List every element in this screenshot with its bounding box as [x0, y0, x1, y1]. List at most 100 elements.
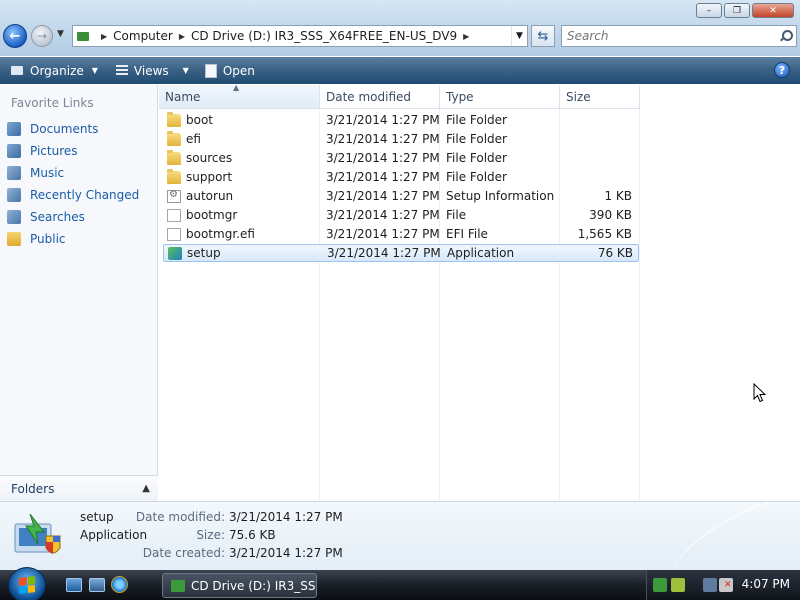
- setup-application-icon: [168, 246, 182, 260]
- file-row-setup[interactable]: setup 3/21/2014 1:27 PM Application 76 KB: [163, 244, 639, 262]
- arrow-right-icon: →: [36, 29, 48, 43]
- address-dropdown-button[interactable]: ▼: [511, 26, 527, 46]
- refresh-button[interactable]: ⇆: [531, 25, 555, 47]
- file-name: autorun: [186, 189, 234, 203]
- computer-icon: [171, 579, 185, 592]
- setup-information-icon: [167, 189, 181, 203]
- search-icon[interactable]: [779, 30, 793, 42]
- details-date-modified-label: Date modified:: [135, 510, 225, 524]
- file-name-cell: autorun: [167, 189, 233, 203]
- arrow-left-icon: ←: [9, 28, 21, 44]
- file-name: boot: [186, 113, 214, 127]
- details-date-modified-value: 3/21/2014 1:27 PM: [229, 510, 343, 524]
- folder-icon: [167, 168, 181, 184]
- open-button[interactable]: Open: [202, 60, 258, 82]
- window-controls: – ❐ ✕: [694, 3, 794, 18]
- breadcrumb-chevron-icon[interactable]: ▶: [179, 32, 185, 41]
- chevron-up-icon: ▲: [142, 483, 150, 494]
- tray-monitor-icon[interactable]: [703, 578, 717, 592]
- computer-icon: [77, 30, 91, 42]
- file-row-efi[interactable]: efi 3/21/2014 1:27 PM File Folder: [163, 130, 639, 148]
- file-name: support: [186, 170, 233, 184]
- nav-item-documents[interactable]: Documents: [7, 120, 98, 138]
- column-header-type[interactable]: Type: [440, 85, 560, 109]
- file-name-cell: bootmgr.efi: [167, 227, 255, 241]
- public-folder-icon: [7, 232, 21, 246]
- clock[interactable]: 4:07 PM: [742, 577, 790, 591]
- folders-label: Folders: [11, 481, 55, 496]
- taskbar-button-explorer[interactable]: CD Drive (D:) IR3_SS...: [162, 573, 317, 598]
- nav-item-recently-changed[interactable]: Recently Changed: [7, 186, 139, 204]
- file-date-modified: 3/21/2014 1:27 PM: [326, 113, 440, 127]
- title-bar: – ❐ ✕ ← → ▼ ▶ Computer ▶ CD Drive (D:) I…: [0, 0, 800, 56]
- back-button[interactable]: ←: [3, 24, 27, 48]
- internet-explorer-icon[interactable]: [111, 576, 128, 593]
- system-tray: 4:07 PM: [646, 570, 800, 600]
- nav-item-public[interactable]: Public: [7, 230, 66, 248]
- forward-button[interactable]: →: [31, 25, 53, 47]
- help-button[interactable]: ?: [774, 62, 790, 78]
- breadcrumb-chevron-icon[interactable]: ▶: [101, 32, 107, 41]
- file-type: File Folder: [446, 170, 507, 184]
- folder-icon: [167, 111, 181, 127]
- show-desktop-icon[interactable]: [66, 578, 82, 592]
- switch-windows-icon[interactable]: [89, 578, 105, 592]
- open-icon: [204, 63, 217, 78]
- file-name-cell: efi: [167, 130, 201, 146]
- recent-pages-dropdown[interactable]: ▼: [57, 29, 64, 39]
- documents-icon: [7, 122, 21, 136]
- views-button[interactable]: Views ▼: [113, 60, 192, 82]
- file-date-modified: 3/21/2014 1:27 PM: [326, 170, 440, 184]
- search-box[interactable]: [561, 25, 797, 47]
- close-button[interactable]: ✕: [752, 3, 794, 18]
- organize-icon: [11, 64, 24, 77]
- nav-item-pictures[interactable]: Pictures: [7, 142, 78, 160]
- file-row-sources[interactable]: sources 3/21/2014 1:27 PM File Folder: [163, 149, 639, 167]
- file-size: 390 KB: [589, 208, 632, 222]
- breadcrumb-computer[interactable]: Computer: [113, 29, 173, 43]
- column-header-size[interactable]: Size: [560, 85, 640, 109]
- windows-logo-icon: [19, 576, 35, 594]
- search-input[interactable]: [567, 29, 767, 43]
- breadcrumb-chevron-icon[interactable]: ▶: [463, 32, 469, 41]
- file-row-bootmgr-efi[interactable]: bootmgr.efi 3/21/2014 1:27 PM EFI File 1,56…: [163, 225, 639, 243]
- maximize-button[interactable]: ❐: [724, 3, 750, 18]
- file-name-cell: setup: [168, 246, 221, 260]
- tray-network-icon[interactable]: [671, 578, 685, 592]
- file-row-boot[interactable]: boot 3/21/2014 1:27 PM File Folder: [163, 111, 639, 129]
- caret-down-icon: ▼: [91, 66, 98, 75]
- file-date-modified: 3/21/2014 1:27 PM: [326, 151, 440, 165]
- file-date-modified: 3/21/2014 1:27 PM: [326, 227, 440, 241]
- nav-item-music[interactable]: Music: [7, 164, 64, 182]
- file-icon: [167, 208, 181, 222]
- address-bar[interactable]: ▶ Computer ▶ CD Drive (D:) IR3_SSS_X64FR…: [72, 25, 528, 47]
- file-type: File Folder: [446, 113, 507, 127]
- sort-ascending-icon: ▲: [233, 83, 240, 92]
- music-icon: [7, 166, 21, 180]
- details-size-label: Size:: [196, 528, 225, 542]
- column-header-name[interactable]: ▲ Name: [159, 83, 320, 109]
- start-button[interactable]: [8, 567, 46, 600]
- file-date-modified: 3/21/2014 1:27 PM: [326, 132, 440, 146]
- nav-item-label: Recently Changed: [30, 188, 140, 202]
- file-name: bootmgr: [186, 208, 238, 222]
- column-size-label: Size: [566, 89, 591, 104]
- volume-muted-icon[interactable]: [719, 578, 733, 592]
- column-header-date-modified[interactable]: Date modified: [320, 85, 440, 109]
- tray-app-icon[interactable]: [653, 578, 667, 592]
- file-row-support[interactable]: support 3/21/2014 1:27 PM File Folder: [163, 168, 639, 186]
- file-name: efi: [186, 132, 201, 146]
- file-row-bootmgr[interactable]: bootmgr 3/21/2014 1:27 PM File 390 KB: [163, 206, 639, 224]
- file-name: bootmgr.efi: [186, 227, 255, 241]
- breadcrumb-cd-drive[interactable]: CD Drive (D:) IR3_SSS_X64FREE_EN-US_DV9: [191, 29, 457, 43]
- details-size-value: 75.6 KB: [229, 528, 276, 542]
- searches-icon: [7, 210, 21, 224]
- organize-label: Organize: [30, 63, 84, 78]
- folders-toggle[interactable]: Folders ▲: [0, 475, 158, 501]
- taskbar: CD Drive (D:) IR3_SS... 4:07 PM: [0, 567, 800, 600]
- nav-item-searches[interactable]: Searches: [7, 208, 85, 226]
- file-row-autorun[interactable]: autorun 3/21/2014 1:27 PM Setup Informatio…: [163, 187, 639, 205]
- views-icon: [115, 64, 128, 77]
- organize-button[interactable]: Organize ▼: [8, 60, 101, 82]
- minimize-button[interactable]: –: [696, 3, 722, 18]
